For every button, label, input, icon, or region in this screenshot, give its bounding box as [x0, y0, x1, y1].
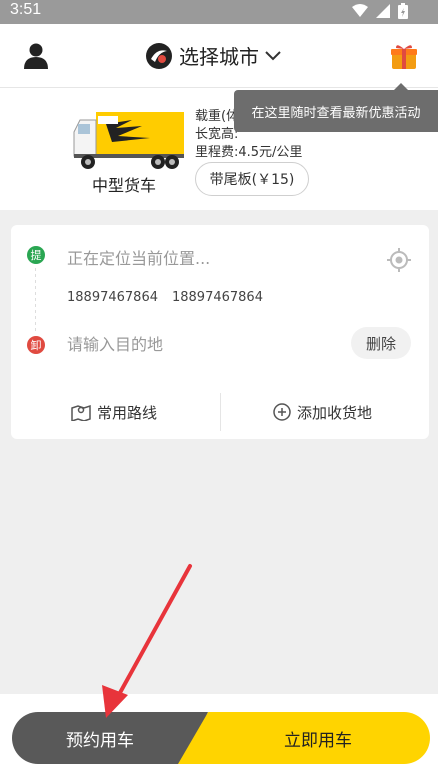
reserve-button[interactable]: 预约用车 [12, 712, 208, 764]
divider [220, 393, 221, 431]
city-label: 选择城市 [179, 47, 259, 69]
add-address-button[interactable]: 添加收货地 [273, 393, 372, 431]
pickup-location-field[interactable]: 正在定位当前位置... [67, 245, 210, 269]
brand-logo-icon [146, 42, 172, 69]
signal-icon [376, 4, 390, 18]
status-time: 3:51 [10, 1, 42, 18]
wifi-icon [352, 4, 368, 17]
pickup-marker: 提 [27, 246, 45, 264]
locate-icon[interactable] [387, 248, 411, 276]
contact-phones: 18897467864 18897467864 [67, 290, 263, 305]
battery-icon [398, 3, 408, 19]
route-connector [35, 268, 36, 332]
status-bar: 3:51 [0, 0, 438, 24]
city-selector[interactable]: 选择城市 [145, 41, 281, 70]
route-card: 提 卸 正在定位当前位置... 18897467864 18897467864 … [11, 225, 429, 439]
delete-button[interactable]: 删除 [351, 327, 411, 359]
destination-input[interactable]: 请输入目的地 [67, 331, 163, 355]
chevron-down-icon [265, 50, 281, 60]
drop-marker: 卸 [27, 336, 45, 354]
top-bar: 选择城市 [0, 24, 438, 88]
map-icon [71, 404, 91, 421]
spec-weight: 载重(体 [195, 109, 240, 124]
user-icon[interactable] [24, 43, 48, 73]
plus-circle-icon [273, 403, 291, 421]
common-routes-label: 常用路线 [97, 403, 158, 422]
status-icons [352, 3, 408, 19]
tail-board-option[interactable]: 带尾板(￥15) [195, 162, 309, 196]
truck-image[interactable] [72, 106, 186, 172]
phone-1: 18897467864 [67, 290, 158, 305]
spec-size: 长宽高: [195, 127, 239, 142]
common-routes-button[interactable]: 常用路线 [71, 393, 157, 431]
spec-price: 里程费:4.5元/公里 [195, 145, 303, 160]
promo-tooltip[interactable]: 在这里随时查看最新优惠活动 [234, 83, 438, 132]
phone-2: 18897467864 [171, 290, 263, 305]
add-address-label: 添加收货地 [297, 403, 373, 422]
truck-name: 中型货车 [92, 176, 157, 195]
gift-icon[interactable] [390, 42, 418, 74]
book-now-button[interactable]: 立即用车 [178, 712, 430, 764]
